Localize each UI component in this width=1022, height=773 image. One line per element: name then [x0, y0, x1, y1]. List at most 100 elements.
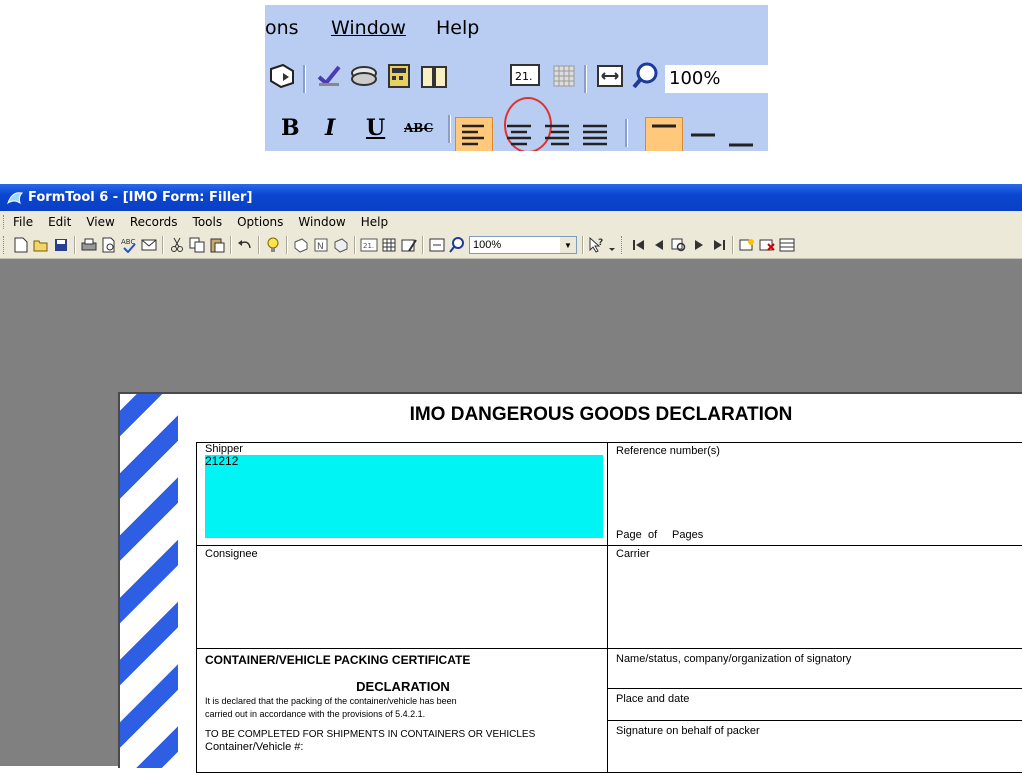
print-icon[interactable] — [79, 235, 99, 255]
consignee-cell[interactable]: Consignee — [196, 545, 608, 649]
separator — [354, 236, 356, 254]
menu-bar: File Edit View Records Tools Options Win… — [0, 211, 1022, 232]
date-field-icon[interactable]: 21. — [509, 63, 541, 89]
separator — [732, 236, 734, 254]
table-icon[interactable] — [379, 235, 399, 255]
align-center-icon[interactable] — [503, 119, 535, 151]
spellcheck-icon[interactable]: ABC — [119, 235, 139, 255]
align-right-icon[interactable] — [541, 119, 573, 151]
separator — [582, 236, 584, 254]
shipper-value: 21212 — [205, 454, 239, 468]
menu-records[interactable]: Records — [130, 215, 178, 229]
zoom-toolbar-standard: 21. 100% — [265, 51, 768, 151]
zoom-icon[interactable] — [631, 61, 661, 91]
chevron-down-icon[interactable]: ▼ — [560, 237, 576, 253]
find-record-icon[interactable] — [669, 235, 689, 255]
justify-icon[interactable] — [579, 119, 611, 151]
menu-window[interactable]: Window — [298, 215, 345, 229]
svg-text:21.: 21. — [515, 70, 533, 83]
zoom-level-field[interactable]: 100% — [665, 65, 768, 93]
save-icon[interactable] — [51, 235, 71, 255]
app-window: FormTool 6 - [IMO Form: Filler] File Edi… — [0, 184, 1022, 773]
separator — [625, 119, 628, 147]
signature-label: Signature on behalf of packer — [616, 725, 760, 737]
underline-button[interactable]: U — [366, 115, 385, 141]
open-icon[interactable] — [31, 235, 51, 255]
zoom-icon[interactable] — [447, 235, 467, 255]
separator — [230, 236, 232, 254]
delete-record-icon[interactable] — [757, 235, 777, 255]
declaration-text-2: carried out in accordance with the provi… — [205, 709, 426, 719]
menu-edit[interactable]: Edit — [48, 215, 71, 229]
signature-cell[interactable]: Signature on behalf of packer — [607, 720, 1022, 773]
toolbar-grip[interactable] — [3, 236, 7, 254]
field-icon[interactable]: N — [311, 235, 331, 255]
carrier-label: Carrier — [616, 548, 650, 560]
place-date-cell[interactable]: Place and date — [607, 688, 1022, 721]
menu-help[interactable]: Help — [361, 215, 388, 229]
first-record-icon[interactable] — [629, 235, 649, 255]
bold-button[interactable]: B — [281, 115, 300, 141]
strikethrough-button[interactable]: ABC — [404, 121, 433, 135]
print-preview-icon[interactable] — [99, 235, 119, 255]
zoom-menu-help[interactable]: Help — [436, 17, 479, 39]
carrier-cell[interactable]: Carrier — [607, 545, 1022, 649]
records-list-icon[interactable] — [777, 235, 797, 255]
menu-tools[interactable]: Tools — [193, 215, 223, 229]
new-icon[interactable] — [11, 235, 31, 255]
border-middle-icon[interactable] — [687, 119, 719, 151]
fit-page-icon[interactable] — [595, 63, 625, 89]
mail-icon[interactable] — [139, 235, 159, 255]
lightbulb-icon[interactable] — [263, 235, 283, 255]
cut-icon[interactable] — [167, 235, 187, 255]
shipper-input[interactable]: 21212 — [205, 454, 603, 538]
calculator-icon[interactable] — [385, 61, 413, 91]
border-bottom-icon[interactable] — [725, 119, 757, 151]
zoom-menu-options[interactable]: ons — [265, 17, 299, 39]
zoom-menu-bar: ons Window Help — [265, 5, 768, 49]
reference-cell[interactable]: Reference number(s) Page of Pages — [607, 442, 1022, 546]
table-icon[interactable] — [551, 63, 577, 89]
signatory-cell[interactable]: Name/status, company/organization of sig… — [607, 648, 1022, 689]
last-record-icon[interactable] — [709, 235, 729, 255]
layers-icon[interactable] — [349, 61, 379, 91]
new-record-icon[interactable] — [737, 235, 757, 255]
book-icon[interactable] — [419, 61, 449, 91]
zoom-select[interactable]: 100% ▼ — [469, 236, 577, 254]
zoom-menu-window[interactable]: Window — [331, 17, 406, 39]
form-design-icon[interactable] — [331, 235, 351, 255]
title-bar[interactable]: FormTool 6 - [IMO Form: Filler] — [0, 184, 1022, 211]
border-top-button[interactable] — [645, 117, 683, 151]
copy-icon[interactable] — [187, 235, 207, 255]
menu-grip[interactable] — [3, 214, 7, 229]
align-left-button[interactable] — [455, 117, 493, 151]
container-number-label: Container/Vehicle #: — [205, 741, 304, 753]
app-icon — [7, 191, 24, 204]
form-filler-icon[interactable] — [291, 235, 311, 255]
italic-button[interactable]: I — [325, 115, 335, 141]
separator — [448, 115, 451, 143]
help-pointer-icon[interactable]: ? — [587, 235, 607, 255]
undo-icon[interactable] — [235, 235, 255, 255]
menu-options[interactable]: Options — [237, 215, 283, 229]
window-title: FormTool 6 - [IMO Form: Filler] — [28, 190, 253, 205]
separator — [303, 65, 306, 93]
form-title: IMO DANGEROUS GOODS DECLARATION — [409, 404, 793, 425]
hazard-stripe-border — [120, 394, 178, 768]
form-filler-icon[interactable] — [267, 61, 297, 91]
shipper-cell: Shipper 21212 — [196, 442, 608, 546]
toolbar-grip[interactable] — [621, 236, 625, 254]
form-page: IMO DANGEROUS GOODS DECLARATION Shipper … — [118, 392, 1022, 773]
next-record-icon[interactable] — [689, 235, 709, 255]
calendar-pencil-icon[interactable] — [399, 235, 419, 255]
paste-icon[interactable] — [207, 235, 227, 255]
toolbar: ABC N 21. 100% ▼ ? — [0, 232, 1022, 259]
check-icon[interactable] — [315, 61, 343, 91]
date-field-icon[interactable]: 21. — [359, 235, 379, 255]
fit-page-icon[interactable] — [427, 235, 447, 255]
previous-record-icon[interactable] — [649, 235, 669, 255]
packing-certificate-cell: CONTAINER/VEHICLE PACKING CERTIFICATE DE… — [196, 648, 608, 773]
menu-view[interactable]: View — [86, 215, 114, 229]
toolbar-options-icon[interactable] — [607, 235, 617, 255]
menu-file[interactable]: File — [13, 215, 33, 229]
